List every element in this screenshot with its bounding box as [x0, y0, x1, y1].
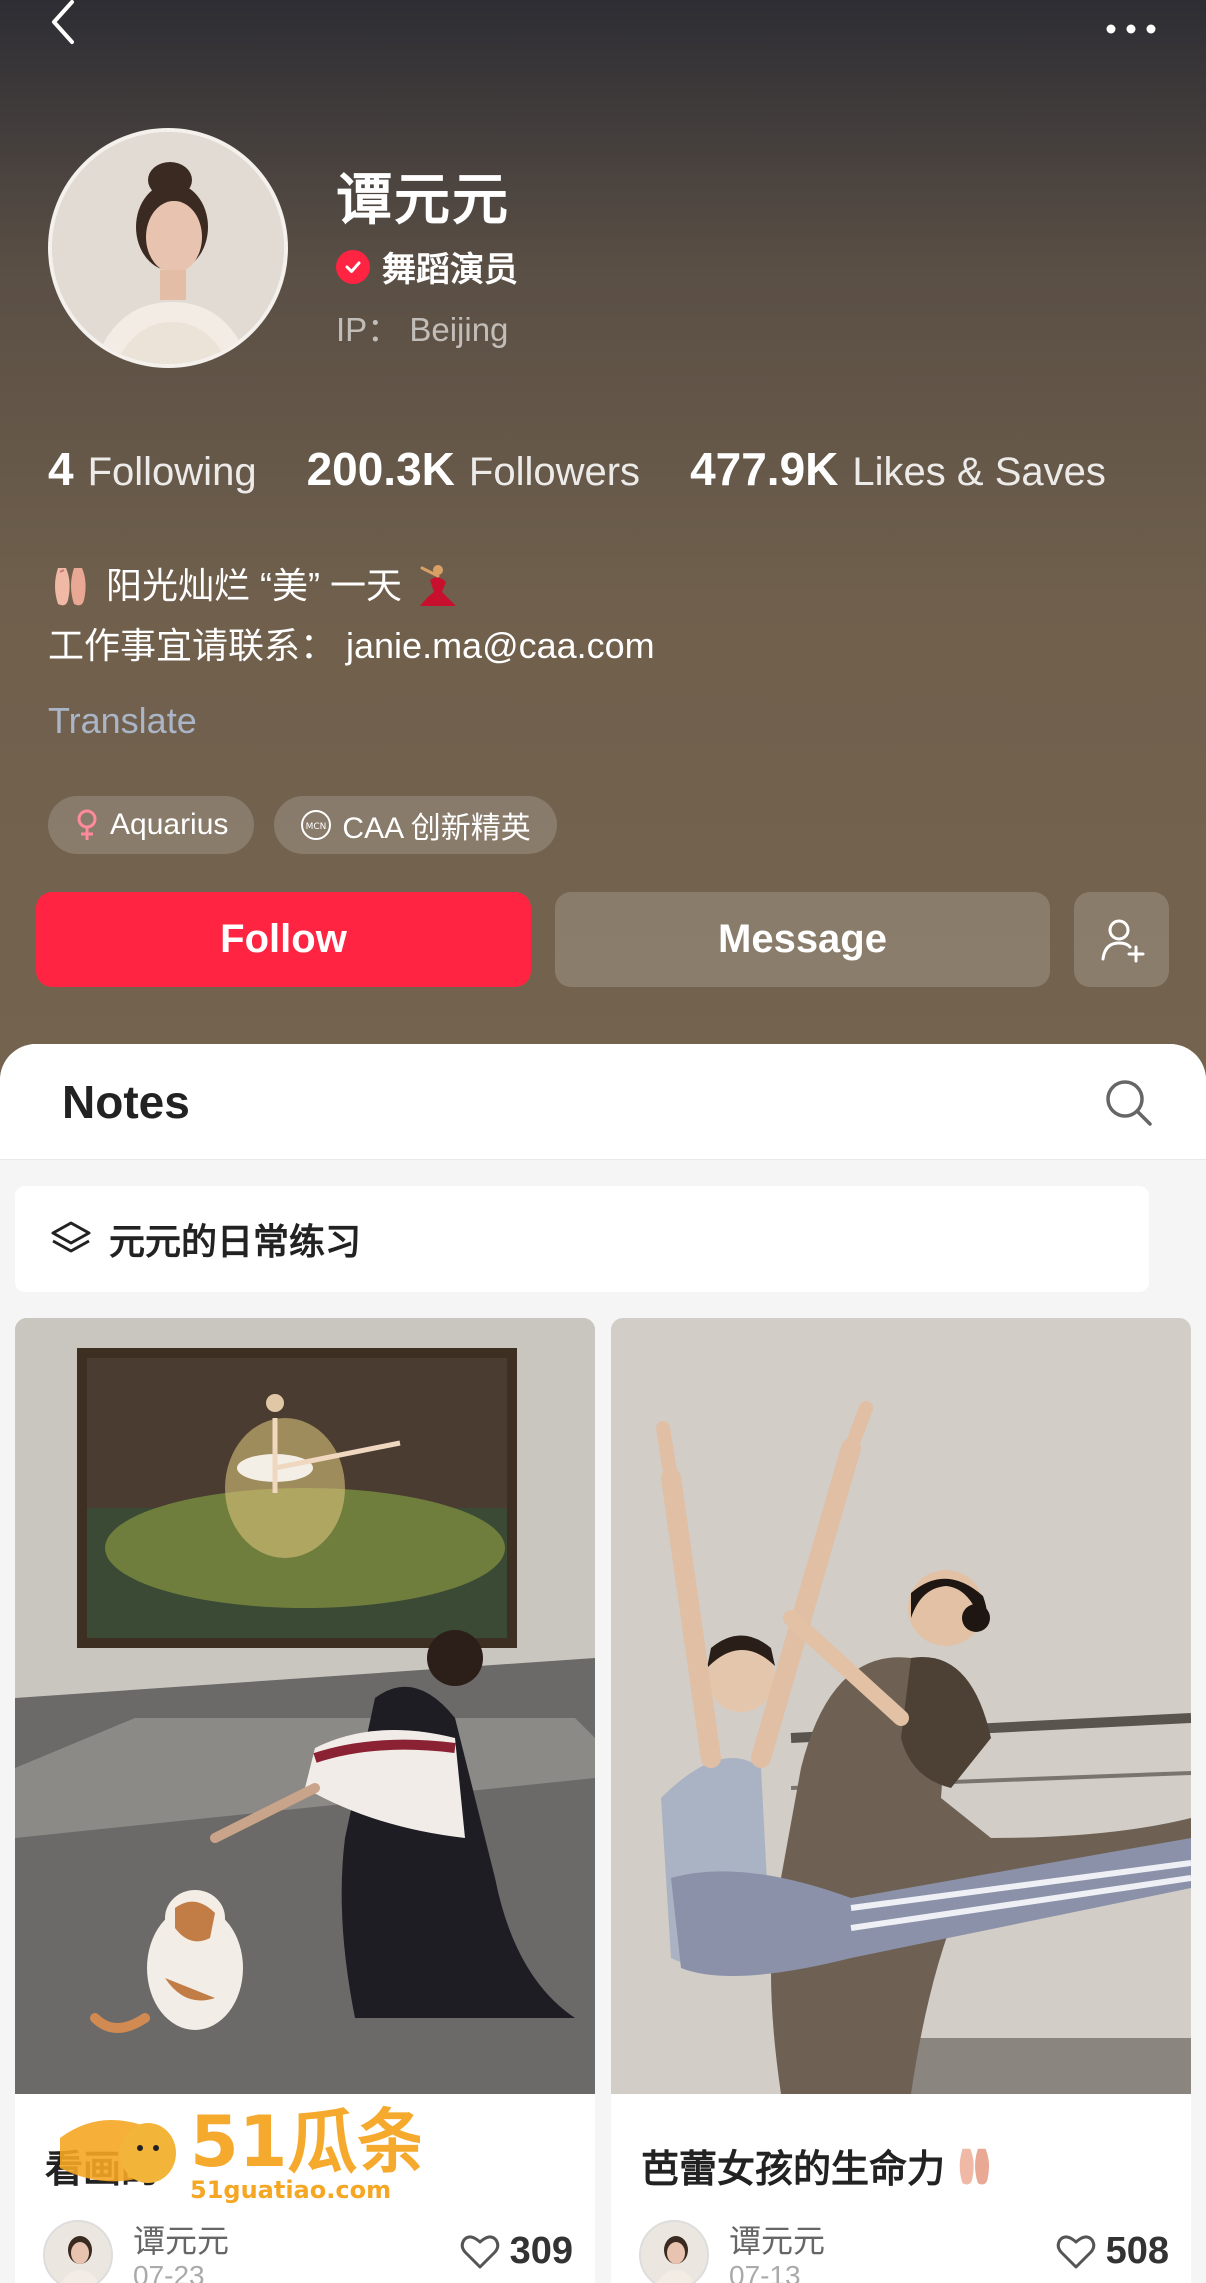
back-button[interactable] [48, 0, 88, 50]
bio-line-1: 阳光灿烂 “美” 一天 [106, 565, 402, 606]
collection-label: 元元的日常练习 [109, 1221, 362, 1262]
author-portrait-icon [641, 2222, 707, 2283]
notes-tab-bar: Notes [0, 1044, 1206, 1160]
note-meta: 谭元元 07-13 508 [639, 2214, 1169, 2283]
profile-name: 谭元元 [336, 168, 510, 231]
ballet-class-photo-icon [611, 1318, 1191, 2094]
likes-count[interactable]: 477.9K [690, 442, 838, 496]
author-name[interactable]: 谭元元 [133, 2216, 229, 2262]
heart-icon [1056, 2235, 1095, 2268]
like-button[interactable]: 508 [1056, 2230, 1169, 2273]
more-dots-icon [1106, 24, 1156, 34]
author-avatar[interactable] [43, 2220, 113, 2283]
ip-location: IP： Beijing [336, 311, 509, 348]
layers-icon [51, 1221, 91, 1253]
note-card[interactable]: 芭蕾女孩的生命力 谭元元 07-13 508 [611, 1318, 1191, 2283]
like-count: 508 [1105, 2230, 1169, 2272]
heart-icon [460, 2235, 499, 2268]
like-button[interactable]: 309 [460, 2230, 573, 2273]
note-date: 07-23 [133, 2260, 205, 2283]
female-icon [77, 809, 97, 840]
svg-text:MCN: MCN [306, 822, 327, 832]
dancer-icon [419, 565, 456, 606]
note-cover-image[interactable] [15, 1318, 595, 2094]
site-watermark: 51瓜条 51guatiao.com [40, 2088, 427, 2208]
search-icon[interactable] [1102, 1076, 1154, 1128]
bio-line-2: 工作事宜请联系： janie.ma@caa.com [48, 625, 655, 666]
tag-zodiac[interactable]: Aquarius [48, 796, 255, 854]
like-count: 309 [509, 2230, 573, 2272]
message-button[interactable]: Message [555, 892, 1050, 987]
note-meta: 谭元元 07-23 309 [43, 2214, 573, 2283]
mcn-icon: MCN [301, 810, 332, 840]
tag-mcn-label: CAA 创新精英 [342, 812, 531, 845]
tag-mcn[interactable]: MCN CAA 创新精英 [274, 796, 557, 854]
verified-title: 舞蹈演员 [382, 251, 518, 289]
watermark-brand: 51瓜条 [190, 2101, 420, 2183]
avatar-portrait-icon [52, 132, 284, 364]
watermark-logo-icon: 51瓜条 51guatiao.com [60, 2101, 427, 2204]
tab-notes[interactable]: Notes [62, 1075, 190, 1129]
following-count[interactable]: 4 [48, 442, 74, 496]
profile-actions: Follow Message [36, 892, 1169, 987]
ballet-shoes-icon [959, 2148, 990, 2185]
profile-avatar[interactable] [48, 128, 288, 368]
note-title: 芭蕾女孩的生命力 [641, 2138, 999, 2193]
profile-header: 谭元元 舞蹈演员 IP： Beijing 4 Following 200.3K … [0, 0, 1206, 1080]
watermark-url: 51guatiao.com [190, 2176, 391, 2204]
note-title-text: 芭蕾女孩的生命力 [641, 2149, 946, 2191]
add-friend-button[interactable] [1074, 892, 1169, 987]
verified-check-icon [336, 249, 370, 284]
more-button[interactable] [1096, 0, 1166, 50]
author-portrait-icon [45, 2222, 111, 2283]
followers-count[interactable]: 200.3K [307, 442, 455, 496]
note-cover-image[interactable] [611, 1318, 1191, 2094]
ballet-shoes-icon [55, 568, 86, 606]
translate-link[interactable]: Translate [48, 700, 197, 742]
add-user-icon [1101, 919, 1144, 962]
painting-cat-photo-icon [15, 1318, 595, 2094]
profile-stats: 4 Following 200.3K Followers 477.9K Like… [48, 442, 1106, 496]
follow-button[interactable]: Follow [36, 892, 531, 987]
tag-zodiac-label: Aquarius [110, 808, 229, 841]
author-name[interactable]: 谭元元 [729, 2216, 825, 2262]
verified-row: 舞蹈演员 [336, 242, 518, 291]
following-label[interactable]: Following [88, 450, 257, 495]
author-avatar[interactable] [639, 2220, 709, 2283]
collection-entry[interactable]: 元元的日常练习 [15, 1186, 1149, 1292]
chevron-left-icon [52, 0, 74, 44]
likes-label[interactable]: Likes & Saves [852, 450, 1105, 495]
profile-bio: 阳光灿烂 “美” 一天 工作事宜请联系： janie.ma@caa.com [48, 556, 655, 676]
note-date: 07-13 [729, 2260, 801, 2283]
profile-tags: Aquarius MCN CAA 创新精英 [48, 796, 557, 854]
followers-label[interactable]: Followers [469, 450, 640, 495]
